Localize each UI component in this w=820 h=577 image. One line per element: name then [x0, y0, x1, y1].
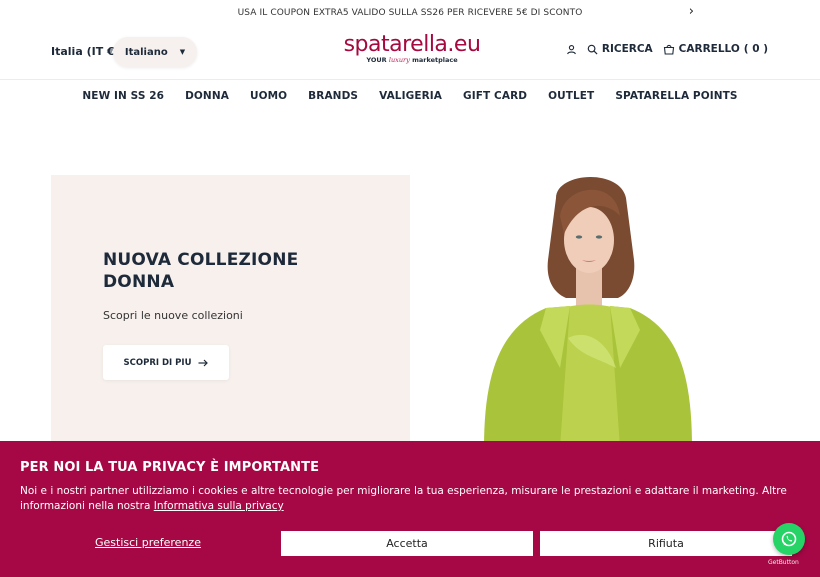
privacy-policy-link[interactable]: Informativa sulla privacy	[154, 500, 284, 512]
search-icon	[587, 44, 598, 55]
search-label: RICERCA	[601, 43, 653, 55]
search-button[interactable]: RICERCA	[587, 43, 653, 55]
whatsapp-icon	[781, 531, 797, 547]
cookie-banner: PER NOI LA TUA PRIVACY È IMPORTANTE Noi …	[0, 441, 820, 577]
cart-label: CARRELLO	[678, 43, 740, 55]
reject-button[interactable]: Rifiuta	[540, 531, 792, 556]
hero-card: NUOVA COLLEZIONE DONNA Scopri le nuove c…	[51, 175, 410, 445]
discover-more-label: SCOPRI DI PIU	[123, 357, 192, 368]
header-actions: RICERCA CARRELLO ( 0 )	[566, 43, 768, 55]
chevron-right-icon[interactable]: ›	[689, 4, 694, 19]
discover-more-button[interactable]: SCOPRI DI PIU	[103, 345, 229, 380]
accept-button[interactable]: Accetta	[281, 531, 533, 556]
arrow-right-icon	[198, 359, 209, 366]
cookie-title: PER NOI LA TUA PRIVACY È IMPORTANTE	[20, 460, 320, 475]
main-nav: NEW IN SS 26 DONNA UOMO BRANDS VALIGERIA…	[0, 80, 820, 112]
hero-title: NUOVA COLLEZIONE DONNA	[103, 250, 299, 292]
nav-item-brands[interactable]: BRANDS	[308, 90, 358, 102]
nav-item-new-in[interactable]: NEW IN SS 26	[82, 90, 164, 102]
nav-item-valigeria[interactable]: VALIGERIA	[379, 90, 442, 102]
language-label: Italiano	[124, 46, 168, 58]
announcement-bar: USA IL COUPON EXTRA5 VALIDO SULLA SS26 P…	[0, 0, 820, 26]
account-icon[interactable]	[566, 44, 577, 55]
whatsapp-label: GetButton	[768, 559, 799, 566]
hero-subtitle: Scopri le nuove collezioni	[103, 309, 243, 322]
cart-icon	[663, 44, 674, 55]
nav-item-points[interactable]: SPATARELLA POINTS	[615, 90, 737, 102]
manage-preferences-link[interactable]: Gestisci preferenze	[95, 536, 201, 549]
cart-count: ( 0 )	[743, 43, 768, 55]
logo-wordmark: spatarella.eu	[343, 32, 481, 57]
whatsapp-button[interactable]	[773, 523, 805, 555]
nav-item-gift-card[interactable]: GIFT CARD	[463, 90, 527, 102]
cookie-text: Noi e i nostri partner utilizziamo i coo…	[20, 485, 787, 512]
nav-item-outlet[interactable]: OUTLET	[548, 90, 594, 102]
nav-item-uomo[interactable]: UOMO	[250, 90, 287, 102]
nav-item-donna[interactable]: DONNA	[185, 90, 229, 102]
locale-selector[interactable]: Italia (IT €)	[51, 45, 120, 58]
language-selector[interactable]: Italiano ▼	[113, 37, 197, 67]
site-header: Italia (IT €) Italiano ▼ spatarella.eu Y…	[0, 26, 820, 80]
caret-down-icon: ▼	[179, 48, 186, 56]
hero-model-image	[484, 176, 692, 448]
cart-button[interactable]: CARRELLO ( 0 )	[663, 43, 768, 55]
announcement-text: USA IL COUPON EXTRA5 VALIDO SULLA SS26 P…	[237, 8, 583, 18]
site-logo[interactable]: spatarella.eu YOUR luxury marketplace	[334, 32, 490, 64]
